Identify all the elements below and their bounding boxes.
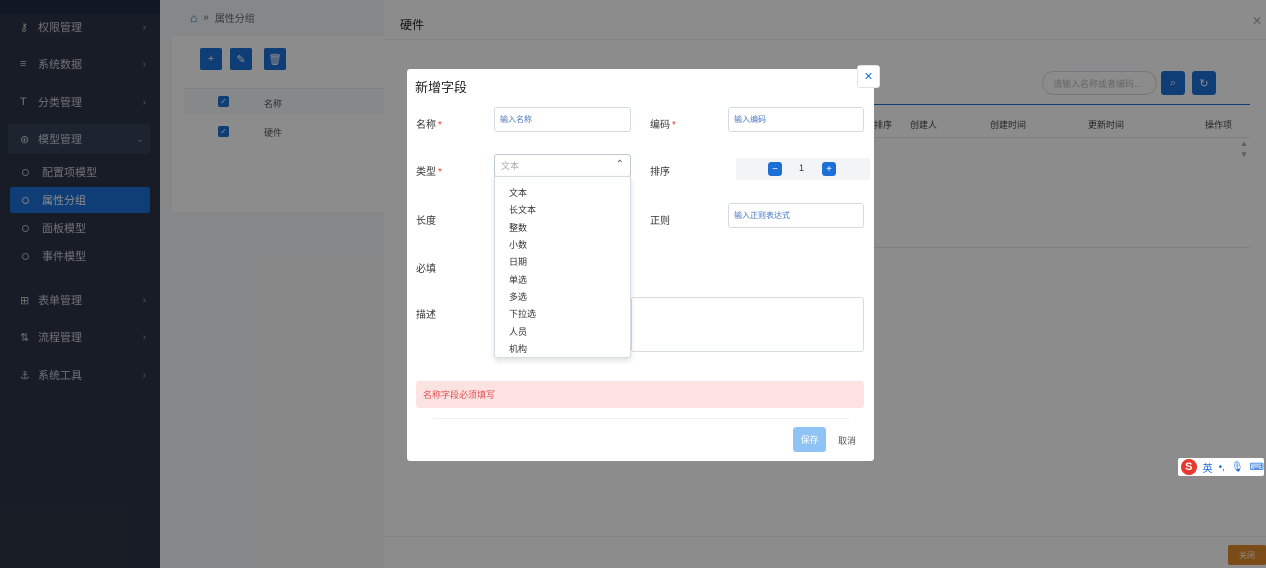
dropdown-option[interactable]: 小数 <box>509 238 527 251</box>
dropdown-option[interactable]: 长文本 <box>509 203 536 216</box>
dropdown-option[interactable]: 人员 <box>509 325 527 338</box>
sogou-logo-icon: S <box>1181 459 1197 475</box>
validation-error: 名称字段必须填写 <box>416 381 864 408</box>
overlay-mask <box>0 0 384 568</box>
type-select[interactable]: 文本 ⌃ <box>494 154 631 177</box>
description-label: 描述 <box>416 310 436 321</box>
code-label-text: 编码 <box>650 120 670 131</box>
chevron-up-icon: ⌃ <box>615 159 624 170</box>
type-label-text: 类型 <box>416 167 436 178</box>
regex-field[interactable]: 输入正则表达式 <box>728 203 864 228</box>
ime-toolbar[interactable]: S 英 •, 🎙 ⌨ <box>1178 458 1264 476</box>
name-field[interactable]: 输入名称 <box>494 107 631 132</box>
code-label: 编码 * <box>650 116 676 131</box>
cancel-button[interactable]: 取消 <box>838 434 856 447</box>
length-label: 长度 <box>416 216 436 227</box>
ime-mode[interactable]: 英 <box>1203 460 1213 475</box>
name-label-text: 名称 <box>416 120 436 131</box>
ime-punct[interactable]: •, <box>1219 462 1225 473</box>
microphone-icon[interactable]: 🎙 <box>1231 462 1244 473</box>
sort-value: 1 <box>799 163 805 173</box>
keyboard-icon[interactable]: ⌨ <box>1250 462 1264 473</box>
code-field[interactable]: 输入编码 <box>728 107 864 132</box>
dropdown-option[interactable]: 下拉选 <box>509 307 536 320</box>
dropdown-option[interactable]: 日期 <box>509 255 527 268</box>
save-button[interactable]: 保存 <box>793 427 826 452</box>
type-select-value: 文本 <box>501 161 520 171</box>
add-field-dialog: 新增字段 ✕ 名称 * 输入名称 编码 * 输入编码 类型 * 文本 ⌃ 排序 − 1… <box>407 65 880 461</box>
decrement-button[interactable]: − <box>768 162 782 176</box>
required-mark: * <box>672 120 676 131</box>
close-icon[interactable]: ✕ <box>857 65 880 88</box>
divider <box>433 418 849 419</box>
name-label: 名称 * <box>416 116 442 131</box>
dropdown-option[interactable]: 单选 <box>509 273 527 286</box>
dropdown-option[interactable]: 文本 <box>509 186 527 199</box>
type-dropdown-menu: 文本 长文本 整数 小数 日期 单选 多选 下拉选 人员 机构 <box>494 176 631 358</box>
dialog-title: 新增字段 <box>415 80 468 95</box>
increment-button[interactable]: + <box>822 162 836 176</box>
dropdown-option[interactable]: 多选 <box>509 290 527 303</box>
regex-label: 正则 <box>650 216 670 227</box>
sort-label: 排序 <box>650 167 670 178</box>
required-mark: * <box>438 120 442 131</box>
dropdown-option[interactable]: 整数 <box>509 221 527 234</box>
sort-stepper[interactable]: − 1 + <box>736 158 870 180</box>
dropdown-option[interactable]: 机构 <box>509 342 527 355</box>
required-label: 必填 <box>416 264 436 275</box>
type-label: 类型 * <box>416 163 442 178</box>
description-field[interactable] <box>631 297 864 352</box>
required-mark: * <box>438 167 442 178</box>
